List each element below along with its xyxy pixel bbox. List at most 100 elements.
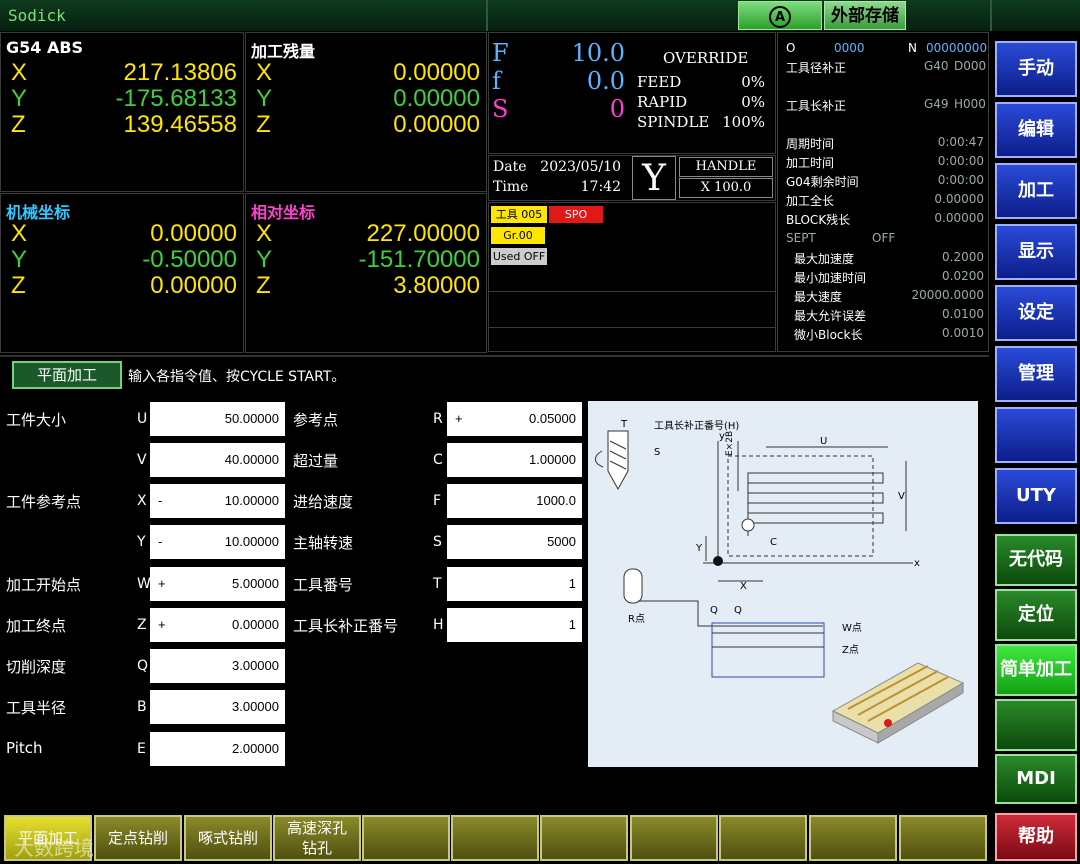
bottom-empty-button[interactable] bbox=[540, 815, 628, 861]
menu-uty-button[interactable]: UTY bbox=[995, 468, 1077, 524]
length-comp-g: G49 bbox=[924, 97, 949, 111]
g04-remaining-label: G04剩余时间 bbox=[786, 175, 859, 189]
work-y-row: Y -175.68133 bbox=[1, 86, 243, 112]
cycle-mode-tab[interactable]: 平面加工 bbox=[12, 361, 122, 389]
menu-edit-button[interactable]: 编辑 bbox=[995, 102, 1077, 158]
menu-simple-machining-button[interactable]: 简单加工 bbox=[995, 644, 1077, 696]
axis-y-label: Y bbox=[256, 85, 273, 112]
menu-empty-button[interactable] bbox=[995, 699, 1077, 751]
w-value: 5.00000 bbox=[232, 576, 279, 591]
y-value: 10.00000 bbox=[224, 534, 279, 549]
o-value: 0000 bbox=[834, 41, 865, 55]
start-point-label: 加工开始点 bbox=[6, 576, 82, 594]
radius-comp-d: D000 bbox=[954, 59, 987, 73]
ff-value: 0.0 bbox=[586, 67, 625, 95]
tool-icon bbox=[594, 430, 629, 491]
spindle-speed-label: 主轴转速 bbox=[293, 534, 354, 552]
e-input[interactable]: 2.00000 bbox=[150, 732, 285, 766]
bottom-empty-button[interactable] bbox=[451, 815, 539, 861]
bottom-empty-button[interactable] bbox=[719, 815, 807, 861]
x-input[interactable]: - 10.00000 bbox=[150, 484, 285, 518]
title-divider bbox=[990, 0, 992, 31]
axis-z-label: Z bbox=[11, 272, 26, 299]
min-accel-time-value: 0.0200 bbox=[942, 269, 984, 283]
diagram-q-label: Q bbox=[710, 605, 718, 616]
bottom-empty-button[interactable] bbox=[809, 815, 897, 861]
s-value: 0 bbox=[609, 95, 625, 123]
axis-y-label: Y bbox=[11, 85, 28, 112]
max-tolerance-value: 0.0100 bbox=[942, 307, 984, 321]
w-sign: + bbox=[158, 576, 166, 591]
machine-y-value: -0.50000 bbox=[142, 246, 237, 273]
z-input[interactable]: +0.00000 bbox=[150, 608, 285, 642]
divider bbox=[489, 291, 775, 292]
remaining-z-value: 0.00000 bbox=[393, 111, 480, 138]
f-input[interactable]: 1000.0 bbox=[447, 484, 582, 518]
bottom-peck-drill-button[interactable]: 啄式钻削 bbox=[184, 815, 272, 861]
bottom-empty-button[interactable] bbox=[362, 815, 450, 861]
menu-display-button[interactable]: 显示 bbox=[995, 224, 1077, 280]
brand-label: Sodick bbox=[8, 6, 66, 25]
s-input[interactable]: 5000 bbox=[447, 525, 582, 559]
t-input[interactable]: 1 bbox=[447, 567, 582, 601]
z-letter: Z bbox=[137, 617, 147, 633]
tool-path bbox=[747, 472, 884, 536]
menu-no-code-button[interactable]: 无代码 bbox=[995, 534, 1077, 586]
q-input[interactable]: 3.00000 bbox=[150, 649, 285, 683]
remaining-panel: 加工残量 X 0.00000 Y 0.00000 Z 0.00000 bbox=[245, 32, 487, 192]
axis-z-label: Z bbox=[256, 272, 271, 299]
remaining-y-row: Y 0.00000 bbox=[246, 86, 486, 112]
length-comp-label: 工具长补正 bbox=[786, 99, 847, 113]
spindle-status-badge: SPO bbox=[549, 206, 603, 223]
auto-mode-button[interactable]: A bbox=[738, 1, 822, 30]
menu-mdi-button[interactable]: MDI bbox=[995, 754, 1077, 804]
work-x-row: X 217.13806 bbox=[1, 60, 243, 86]
max-speed-value: 20000.0000 bbox=[911, 288, 984, 302]
menu-management-button[interactable]: 管理 bbox=[995, 346, 1077, 402]
w-input[interactable]: +5.00000 bbox=[150, 567, 285, 601]
dimension-lines bbox=[705, 441, 907, 582]
r-input[interactable]: +0.05000 bbox=[447, 402, 582, 436]
bottom-spot-drill-button[interactable]: 定点钻削 bbox=[94, 815, 182, 861]
v-value: 40.00000 bbox=[224, 452, 279, 467]
v-input[interactable]: 40.00000 bbox=[150, 443, 285, 477]
c-input[interactable]: 1.00000 bbox=[447, 443, 582, 477]
work-z-value: 139.46558 bbox=[123, 111, 237, 138]
diagram-t-label: T bbox=[621, 419, 628, 430]
u-letter: U bbox=[137, 411, 148, 427]
menu-manual-button[interactable]: 手动 bbox=[995, 41, 1077, 97]
cycle-diagram-svg bbox=[594, 430, 965, 744]
remaining-x-value: 0.00000 bbox=[393, 59, 480, 86]
menu-empty-button[interactable] bbox=[995, 407, 1077, 463]
y-input[interactable]: - 10.00000 bbox=[150, 525, 285, 559]
bottom-deep-hole-button[interactable]: 高速深孔 钻孔 bbox=[273, 815, 361, 861]
menu-positioning-button[interactable]: 定位 bbox=[995, 589, 1077, 641]
diagram-r-point-label: R点 bbox=[628, 614, 645, 625]
max-accel-label: 最大加速度 bbox=[794, 252, 855, 266]
cycle-instruction: 输入各指令值、按CYCLE START。 bbox=[128, 369, 346, 385]
u-input[interactable]: 50.00000 bbox=[150, 402, 285, 436]
machine-z-row: Z 0.00000 bbox=[1, 273, 243, 299]
gear-status-badge: Gr.00 bbox=[491, 227, 545, 244]
b-input[interactable]: 3.00000 bbox=[150, 690, 285, 724]
max-tolerance-label: 最大允许误差 bbox=[794, 309, 867, 323]
x-value: 10.00000 bbox=[224, 493, 279, 508]
diagram-ex2b-label: E×2B bbox=[725, 430, 735, 456]
f-label: F bbox=[492, 39, 509, 67]
relative-x-row: X 227.00000 bbox=[246, 221, 486, 247]
h-input[interactable]: 1 bbox=[447, 608, 582, 642]
time-value: 17:42 bbox=[580, 179, 621, 195]
menu-help-button[interactable]: 帮助 bbox=[995, 813, 1077, 861]
min-block-length-value: 0.0010 bbox=[942, 326, 984, 340]
handle-title: HANDLE bbox=[679, 157, 773, 177]
diagram-s-label: S bbox=[654, 447, 661, 458]
menu-settings-button[interactable]: 设定 bbox=[995, 285, 1077, 341]
feed-override-panel: F 10.0 f 0.0 S 0 OVERRIDE FEED 0% RAPID … bbox=[488, 32, 776, 154]
bottom-empty-button[interactable] bbox=[630, 815, 718, 861]
axis-y-label: Y bbox=[256, 246, 273, 273]
menu-machining-button[interactable]: 加工 bbox=[995, 163, 1077, 219]
bottom-empty-button[interactable] bbox=[899, 815, 987, 861]
external-storage-button[interactable]: 外部存储 bbox=[824, 1, 906, 30]
c-letter: C bbox=[433, 452, 443, 468]
remaining-y-value: 0.00000 bbox=[393, 85, 480, 112]
